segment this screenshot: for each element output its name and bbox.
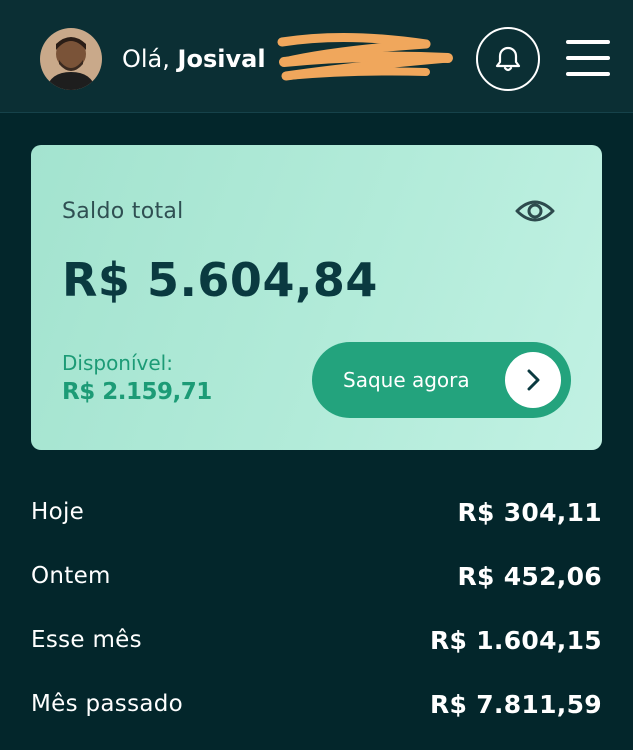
summary-row-this-month: Esse mês R$ 1.604,15	[31, 608, 602, 672]
withdraw-now-button[interactable]: Saque agora	[312, 342, 571, 418]
eye-icon[interactable]	[515, 197, 555, 225]
summary-row-last-month: Mês passado R$ 7.811,59	[31, 672, 602, 736]
avatar-image	[40, 28, 102, 90]
earnings-summary: Hoje R$ 304,11 Ontem R$ 452,06 Esse mês …	[31, 480, 602, 736]
summary-row-yesterday: Ontem R$ 452,06	[31, 544, 602, 608]
summary-label: Hoje	[31, 499, 85, 525]
greeting: Olá, Josival	[122, 44, 266, 74]
menu-line	[566, 72, 610, 76]
avatar[interactable]	[40, 28, 102, 90]
balance-card: Saldo total R$ 5.604,84 Disponível: R$ 2…	[31, 145, 602, 450]
menu-line	[566, 56, 610, 60]
hamburger-menu-icon[interactable]	[566, 40, 610, 76]
app-header: Olá, Josival	[0, 0, 633, 113]
summary-value: R$ 304,11	[457, 497, 602, 527]
withdraw-arrow	[505, 352, 561, 408]
summary-value: R$ 1.604,15	[429, 625, 602, 655]
withdraw-button-label: Saque agora	[343, 368, 470, 392]
available-value: R$ 2.159,71	[62, 379, 212, 405]
summary-label: Esse mês	[31, 627, 142, 653]
available-label: Disponível:	[62, 351, 173, 375]
summary-value: R$ 7.811,59	[429, 689, 602, 719]
summary-row-today: Hoje R$ 304,11	[31, 480, 602, 544]
total-balance-label: Saldo total	[62, 199, 184, 224]
name-redaction-scribble	[277, 32, 453, 81]
summary-value: R$ 452,06	[457, 561, 602, 591]
chevron-right-icon	[527, 369, 540, 391]
summary-label: Mês passado	[31, 691, 184, 717]
bell-icon	[495, 46, 521, 72]
greeting-prefix: Olá,	[122, 45, 170, 73]
notifications-button[interactable]	[476, 27, 540, 91]
user-name: Josival	[177, 45, 266, 73]
summary-label: Ontem	[31, 563, 111, 589]
menu-line	[566, 40, 610, 44]
total-balance-value: R$ 5.604,84	[62, 253, 378, 307]
